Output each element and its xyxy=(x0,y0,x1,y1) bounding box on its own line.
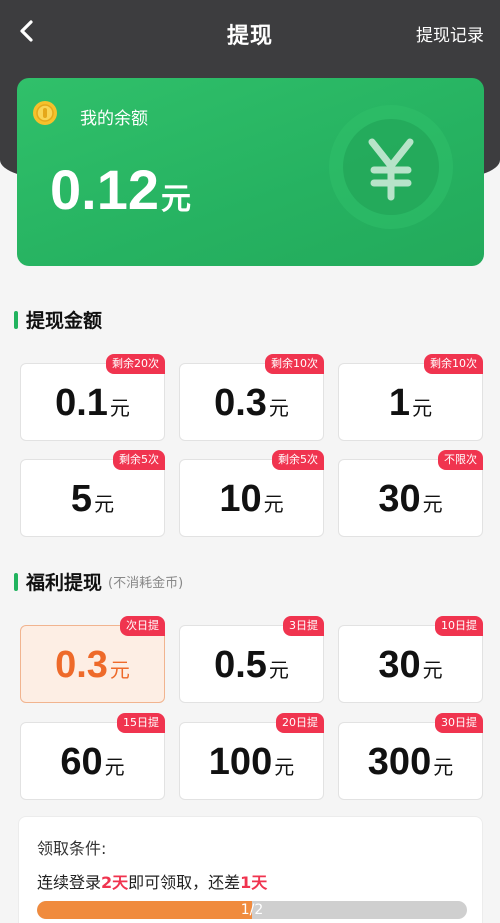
option-number: 30 xyxy=(378,644,421,686)
yen-coin-icon xyxy=(329,105,453,229)
option-badge: 剩余10次 xyxy=(424,354,483,374)
balance-unit: 元 xyxy=(161,183,191,216)
option-number: 0.3 xyxy=(214,382,267,424)
option-number: 0.1 xyxy=(55,382,108,424)
option-value: 5元 xyxy=(21,478,164,521)
option-value: 0.5 元 xyxy=(180,644,323,687)
welfare-option-0-5[interactable]: 3日提 0.5 元 xyxy=(179,616,324,703)
option-number: 300 xyxy=(367,741,432,783)
option-badge: 不限次 xyxy=(438,450,483,470)
option-value: 60 元 xyxy=(21,741,164,784)
withdraw-option-0-3[interactable]: 剩余10次 0.3 元 xyxy=(179,354,324,441)
withdraw-record-link[interactable]: 提现记录 xyxy=(416,21,484,46)
option-unit: 元 xyxy=(268,660,289,682)
withdraw-option-30[interactable]: 不限次 30 元 xyxy=(338,450,483,537)
option-number: 100 xyxy=(208,741,273,783)
option-number: 1 xyxy=(388,382,411,424)
option-unit: 元 xyxy=(94,494,115,516)
section-accent-bar xyxy=(14,572,18,591)
option-unit: 元 xyxy=(109,398,130,420)
withdraw-option-1[interactable]: 剩余10次 1元 xyxy=(338,354,483,441)
welfare-option-0-3[interactable]: 次日提 0.3 元 xyxy=(20,616,165,703)
option-number: 5 xyxy=(70,478,93,520)
option-unit: 元 xyxy=(422,660,443,682)
top-bar: 提现 提现记录 xyxy=(0,0,500,64)
option-value: 10 元 xyxy=(180,478,323,521)
option-badge: 20日提 xyxy=(276,713,324,733)
welfare-option-100[interactable]: 20日提 100 元 xyxy=(179,713,324,800)
section-accent-bar xyxy=(14,310,18,329)
option-badge: 3日提 xyxy=(283,616,324,636)
condition-text-part2: 即可领取，还差 xyxy=(128,873,241,892)
condition-days-left: 1天 xyxy=(240,873,268,892)
option-number: 0.3 xyxy=(55,644,108,686)
option-value: 100 元 xyxy=(180,741,323,784)
option-badge: 15日提 xyxy=(117,713,165,733)
option-unit: 元 xyxy=(268,398,289,420)
balance-amount-value: 0.12 xyxy=(50,158,159,221)
option-badge: 30日提 xyxy=(435,713,483,733)
welfare-section-title: 福利提现 (不消耗金币) xyxy=(14,568,183,595)
option-badge: 剩余20次 xyxy=(106,354,165,374)
welfare-subtitle: (不消耗金币) xyxy=(108,576,184,591)
option-badge: 10日提 xyxy=(435,616,483,636)
progress-text: 1/2 xyxy=(240,902,264,918)
claim-condition-box: 领取条件: 连续登录2天即可领取，还差1天 1/2 xyxy=(18,816,483,923)
option-unit: 元 xyxy=(274,757,295,779)
option-unit: 元 xyxy=(433,757,454,779)
welfare-option-60[interactable]: 15日提 60 元 xyxy=(20,713,165,800)
withdraw-option-5[interactable]: 剩余5次 5元 xyxy=(20,450,165,537)
gold-coin-icon xyxy=(33,101,57,125)
balance-label: 我的余额 xyxy=(80,109,148,129)
condition-title: 领取条件: xyxy=(37,839,107,858)
option-value: 0.3 元 xyxy=(21,644,164,687)
option-value: 30 元 xyxy=(339,644,482,687)
condition-days-required: 2天 xyxy=(101,873,129,892)
option-value: 1元 xyxy=(339,382,482,425)
option-badge: 剩余5次 xyxy=(272,450,324,470)
option-value: 0.1 元 xyxy=(21,382,164,425)
option-unit: 元 xyxy=(263,494,284,516)
option-badge: 剩余10次 xyxy=(265,354,324,374)
withdraw-amount-section-title: 提现金额 xyxy=(14,306,102,333)
option-unit: 元 xyxy=(109,660,130,682)
option-badge: 剩余5次 xyxy=(113,450,165,470)
withdraw-option-0-1[interactable]: 剩余20次 0.1 元 xyxy=(20,354,165,441)
login-progress-bar: 1/2 xyxy=(37,901,467,919)
option-unit: 元 xyxy=(412,398,433,420)
option-badge: 次日提 xyxy=(120,616,165,636)
option-number: 0.5 xyxy=(214,644,267,686)
option-value: 300 元 xyxy=(339,741,482,784)
condition-text-part1: 连续登录 xyxy=(37,873,102,892)
option-value: 30 元 xyxy=(339,478,482,521)
option-value: 0.3 元 xyxy=(180,382,323,425)
option-number: 60 xyxy=(60,741,103,783)
option-number: 10 xyxy=(219,478,262,520)
withdraw-option-10[interactable]: 剩余5次 10 元 xyxy=(179,450,324,537)
option-unit: 元 xyxy=(104,757,125,779)
withdraw-amount-title: 提现金额 xyxy=(26,310,103,332)
option-unit: 元 xyxy=(422,494,443,516)
welfare-option-30[interactable]: 10日提 30 元 xyxy=(338,616,483,703)
welfare-option-300[interactable]: 30日提 300 元 xyxy=(338,713,483,800)
balance-amount: 0.12元 xyxy=(50,160,191,230)
option-number: 30 xyxy=(378,478,421,520)
welfare-title: 福利提现 xyxy=(26,572,103,594)
condition-text: 连续登录2天即可领取，还差1天 xyxy=(37,869,267,893)
